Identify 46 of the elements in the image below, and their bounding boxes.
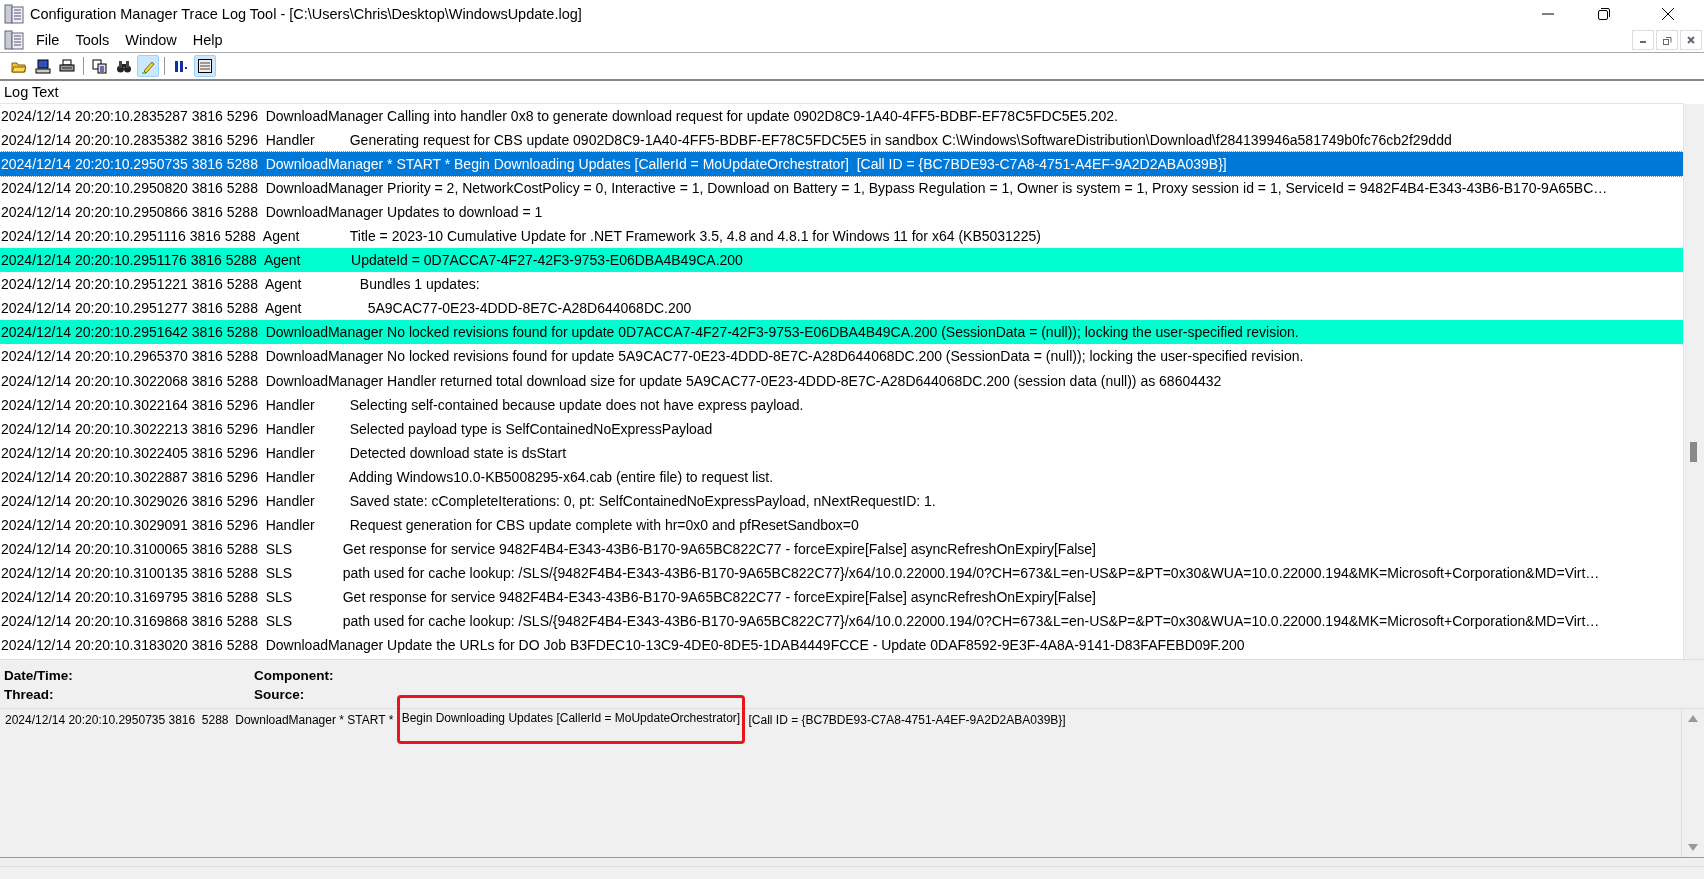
toolbar-button[interactable] xyxy=(194,55,216,77)
menu-item[interactable]: Help xyxy=(184,30,231,50)
log-line[interactable]: 2024/12/14 20:20:10.3169795 3816 5288 SLS Get response for service 9482F4B4-E343-43B6-B170-9A65BC822C77 - forceExpire[False] asyncRefreshOnExpiry[False] xyxy=(0,584,1683,609)
field-label: Date/Time: xyxy=(4,668,74,683)
binoculars-icon xyxy=(116,58,132,74)
field-label: Source: xyxy=(254,687,306,702)
computer-icon xyxy=(35,58,51,74)
log-line[interactable]: 2024/12/14 20:20:10.3022405 3816 5296 Handler Detected download state is dsStart xyxy=(0,440,1683,465)
log-line[interactable]: 2024/12/14 20:20:10.3029026 3816 5296 Handler Saved state: cCompleteIterations: 0, pt: SelfContainedNoExpressPayload, nNextRequestID: 1. xyxy=(0,488,1683,513)
pause-icon xyxy=(173,58,189,74)
window-title: Configuration Manager Trace Log Tool - [C:\Users\Chris\Desktop\WindowsUpdate.log] xyxy=(30,6,583,22)
field-label: Component: xyxy=(254,668,335,683)
close-button[interactable] xyxy=(1680,30,1702,50)
log-line[interactable]: 2024/12/14 20:20:10.3183020 3816 5288 DownloadManager Update the URLs for DO Job B3FDEC10-13C9-4DE0-8DE5-1DAB4449FCCE - Update 0DAF8592-9E3F-4A8A-9141-D83FAFEBD09F.200 xyxy=(0,633,1683,658)
column-header: Log Text xyxy=(0,81,1684,104)
log-line[interactable]: 2024/12/14 20:20:10.3169868 3816 5288 SLS path used for cache lookup: /SLS/{9482F4B4-E343-43B6-B170-9A65BC822C77}/x64/10.0.22000.194/0?CH=673&L=en-US&P=&PT=0x30&WUA=10.0.22000.194&MK=Microsoft+Corporation&MD=Virt… xyxy=(0,609,1683,634)
close-icon xyxy=(1687,36,1695,44)
log-line[interactable]: 2024/12/14 20:20:10.3022213 3816 5296 Handler Selected payload type is SelfContainedNoExpressPayload xyxy=(0,416,1683,441)
log-line[interactable]: 2024/12/14 20:20:10.3022068 3816 5288 DownloadManager Handler returned total download size for update 5A9CAC77-0E23-4DDD-8E7C-A28D644068DC.200 (session data (null)) as 68604432 xyxy=(0,368,1683,393)
log-line[interactable]: 2024/12/14 20:20:10.3029091 3816 5296 Handler Request generation for CBS update complete with hr=0x0 and pfResetSandbox=0 xyxy=(0,512,1683,537)
log-line[interactable]: 2024/12/14 20:20:10.3022164 3816 5296 Handler Selecting self-contained because update does not have express payload. xyxy=(0,392,1683,417)
log-line[interactable]: 2024/12/14 20:20:10.2835287 3816 5296 DownloadManager Calling into handler 0x8 to generate download request for update 0902D8C9-1A40-4FF5-BDBF-EF78C5FDC5E5.202. xyxy=(0,104,1683,129)
log-line[interactable]: 2024/12/14 20:20:10.2950866 3816 5288 DownloadManager Updates to download = 1 xyxy=(0,200,1683,225)
app-icon xyxy=(4,30,24,50)
scrollbar[interactable] xyxy=(1683,104,1704,659)
log-line[interactable]: 2024/12/14 20:20:10.2965370 3816 5288 DownloadManager No locked revisions found for update 5A9CAC77-0E23-4DDD-8E7C-A28D644068DC.200 (SessionData = (null)); locking the user-specified revision. xyxy=(0,344,1683,369)
log-line[interactable]: 2024/12/14 20:20:10.2950820 3816 5288 DownloadManager Priority = 2, NetworkCostPolicy = 0, Interactive = 1, Download on Battery = 1, Bypass Regulation = 1, Owner is system = 1, Proxy session id = 1, ServiceId = 9482F4B4-E343-43B6-B170-9A65BC… xyxy=(0,176,1683,201)
log-line[interactable]: 2024/12/14 20:20:10.2951277 3816 5288 Agent 5A9CAC77-0E23-4DDD-8E7C-A28D644068DC.200 xyxy=(0,296,1683,321)
log-line[interactable]: 2024/12/14 20:20:10.3022887 3816 5296 Handler Adding Windows10.0-KB5008295-x64.cab (entire file) to request list. xyxy=(0,464,1683,489)
log-line[interactable]: 2024/12/14 20:20:10.2835382 3816 5296 Handler Generating request for CBS update 0902D8C9-1A40-4FF5-BDBF-EF78C5FDC5E5 in sandbox C:\Windows\SoftwareDistribution\Download\f284139946a581749b0fc76cb2f29ddd xyxy=(0,128,1683,153)
menu-item[interactable]: File xyxy=(28,30,68,50)
copy-icon xyxy=(92,58,108,74)
app-icon xyxy=(4,4,24,24)
log-line[interactable]: 2024/12/14 20:20:10.2951116 3816 5288 Agent Title = 2023-10 Cumulative Update for .NET Framework 3.5, 4.8 and 4.8.1 for Windows 11 for x64 (KB5031225) xyxy=(0,224,1683,249)
printer-icon xyxy=(59,58,75,74)
log-line[interactable]: 2024/12/14 20:20:10.3100065 3816 5288 SLS Get response for service 9482F4B4-E343-43B6-B170-9A65BC822C77 - forceExpire[False] asyncRefreshOnExpiry[False] xyxy=(0,536,1683,561)
log-line[interactable]: 2024/12/14 20:20:10.3100135 3816 5288 SLS path used for cache lookup: /SLS/{9482F4B4-E343-43B6-B170-9A65BC822C77}/x64/10.0.22000.194/0?CH=673&L=en-US&P=&PT=0x30&WUA=10.0.22000.194&MK=Microsoft+Corporation&MD=Virt… xyxy=(0,560,1683,585)
window-icon xyxy=(197,58,213,74)
restore-icon xyxy=(1662,35,1672,45)
menu-item[interactable]: Tools xyxy=(67,30,118,50)
log-line[interactable]: 2024/12/14 20:20:10.2951221 3816 5288 Agent Bundles 1 updates: xyxy=(0,272,1683,297)
minimize-button[interactable] xyxy=(1632,30,1654,50)
menu-item[interactable]: Window xyxy=(117,30,185,50)
annotation-frame: Begin Downloading Updates [CallerId = MoUpdateOrchestrator] xyxy=(396,695,746,744)
scrollbar-thumb[interactable] xyxy=(1690,442,1697,462)
field-label: Thread: xyxy=(4,687,55,702)
